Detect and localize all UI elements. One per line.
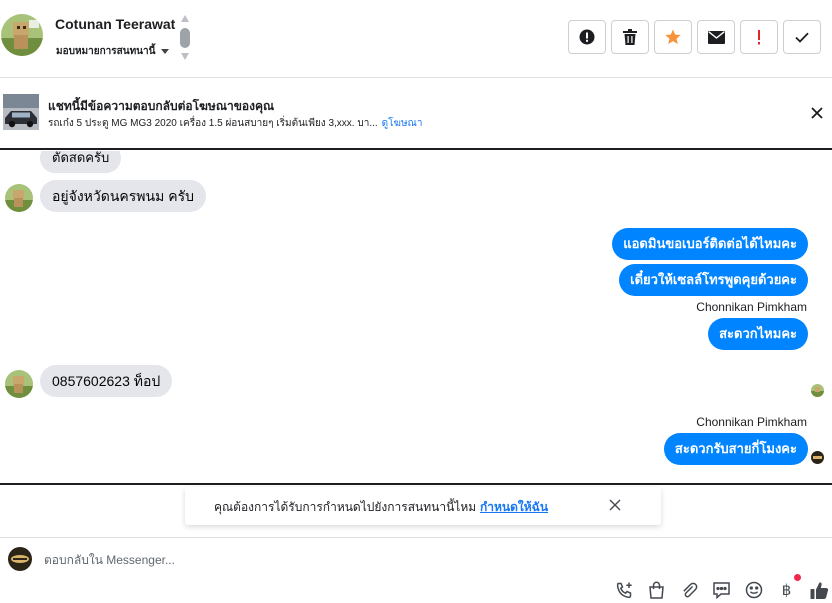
seen-avatar xyxy=(811,384,824,397)
assign-label: มอบหมายการสนทนานี้ xyxy=(56,46,156,57)
arrow-up-icon[interactable] xyxy=(181,15,189,22)
ad-title: แชทนี้มีข้อความตอบกลับต่อโฆษณาของคุณ xyxy=(48,99,275,113)
message-thread[interactable]: ตัดสดครับ อยู่จังหวัดนครพนม ครับ แอดมินข… xyxy=(0,151,832,485)
reply-input[interactable] xyxy=(44,550,804,570)
assign-notice: คุณต้องการได้รับการกำหนดไปยังการสนทนานี้… xyxy=(185,487,661,525)
message-outgoing[interactable]: แอดมินขอเบอร์ติดต่อได้ไหมคะ xyxy=(612,228,808,260)
conversation-stepper[interactable] xyxy=(179,15,191,61)
mark-unread-button[interactable] xyxy=(697,20,735,54)
contact-avatar-small[interactable] xyxy=(5,184,33,212)
message-outgoing[interactable]: สะดวกรับสายกี่โมงคะ xyxy=(663,433,808,465)
like-icon[interactable] xyxy=(809,580,829,600)
ad-description: รถเก๋ง 5 ประตู MG MG3 2020 เครื่อง 1.5 ผ… xyxy=(48,116,422,131)
add-call-icon[interactable] xyxy=(614,580,634,600)
sender-name: Chonnikan Pimkham xyxy=(696,415,807,429)
exclamation-icon xyxy=(758,29,760,44)
message-incoming[interactable]: 0857602623 ท็อป xyxy=(40,365,173,397)
message-composer: ฿ xyxy=(0,537,832,603)
star-button[interactable] xyxy=(654,20,692,54)
sender-name: Chonnikan Pimkham xyxy=(696,300,807,314)
arrow-down-icon[interactable] xyxy=(181,53,189,60)
attachment-icon[interactable] xyxy=(679,580,699,600)
composer-actions: ฿ xyxy=(614,574,832,600)
assign-conversation-dropdown[interactable]: มอบหมายการสนทนานี้ xyxy=(56,44,170,59)
baht-symbol: ฿ xyxy=(781,581,792,599)
ad-thumbnail[interactable] xyxy=(3,94,39,130)
conversation-toolbar xyxy=(568,20,821,54)
stepper-thumb[interactable] xyxy=(180,28,190,48)
emoji-icon[interactable] xyxy=(744,580,764,600)
mark-spam-button[interactable] xyxy=(568,20,606,54)
check-icon xyxy=(795,32,809,43)
saved-replies-icon[interactable] xyxy=(712,580,732,600)
baht-payment-icon[interactable]: ฿ xyxy=(777,574,801,600)
seen-avatar xyxy=(811,451,824,464)
star-icon xyxy=(665,29,681,44)
assign-notice-text: คุณต้องการได้รับการกำหนดไปยังการสนทนานี้… xyxy=(214,500,477,514)
alert-circle-icon xyxy=(579,29,595,45)
shopping-bag-icon[interactable] xyxy=(647,580,667,600)
mark-done-button[interactable] xyxy=(783,20,821,54)
notification-dot xyxy=(793,574,801,581)
close-icon[interactable] xyxy=(809,105,825,121)
follow-up-button[interactable] xyxy=(740,20,778,54)
message-outgoing[interactable]: เดี๋ยวให้เซลล์โทรพูดคุยด้วยคะ xyxy=(619,264,808,296)
chevron-down-icon xyxy=(161,49,170,54)
contact-avatar-small[interactable] xyxy=(5,370,33,398)
message-outgoing[interactable]: สะดวกไหมคะ xyxy=(708,318,808,350)
delete-button[interactable] xyxy=(611,20,649,54)
contact-name[interactable]: Cotunan Teerawat xyxy=(55,16,175,32)
message-incoming[interactable]: อยู่จังหวัดนครพนม ครับ xyxy=(40,180,206,212)
contact-avatar[interactable] xyxy=(1,14,43,56)
trash-icon xyxy=(623,29,637,45)
ad-description-text: รถเก๋ง 5 ประตู MG MG3 2020 เครื่อง 1.5 ผ… xyxy=(48,118,378,129)
view-ad-link[interactable]: ดูโฆษณา xyxy=(382,118,423,129)
envelope-icon xyxy=(707,30,725,44)
assign-to-me-link[interactable]: กำหนดให้ฉัน xyxy=(480,498,548,517)
message-incoming[interactable]: ตัดสดครับ xyxy=(40,151,122,173)
ad-reply-banner: แชทนี้มีข้อความตอบกลับต่อโฆษณาของคุณ รถเ… xyxy=(0,78,832,150)
conversation-header: Cotunan Teerawat มอบหมายการสนทนานี้ xyxy=(0,0,832,78)
close-icon[interactable] xyxy=(609,499,621,511)
page-avatar xyxy=(8,547,32,571)
